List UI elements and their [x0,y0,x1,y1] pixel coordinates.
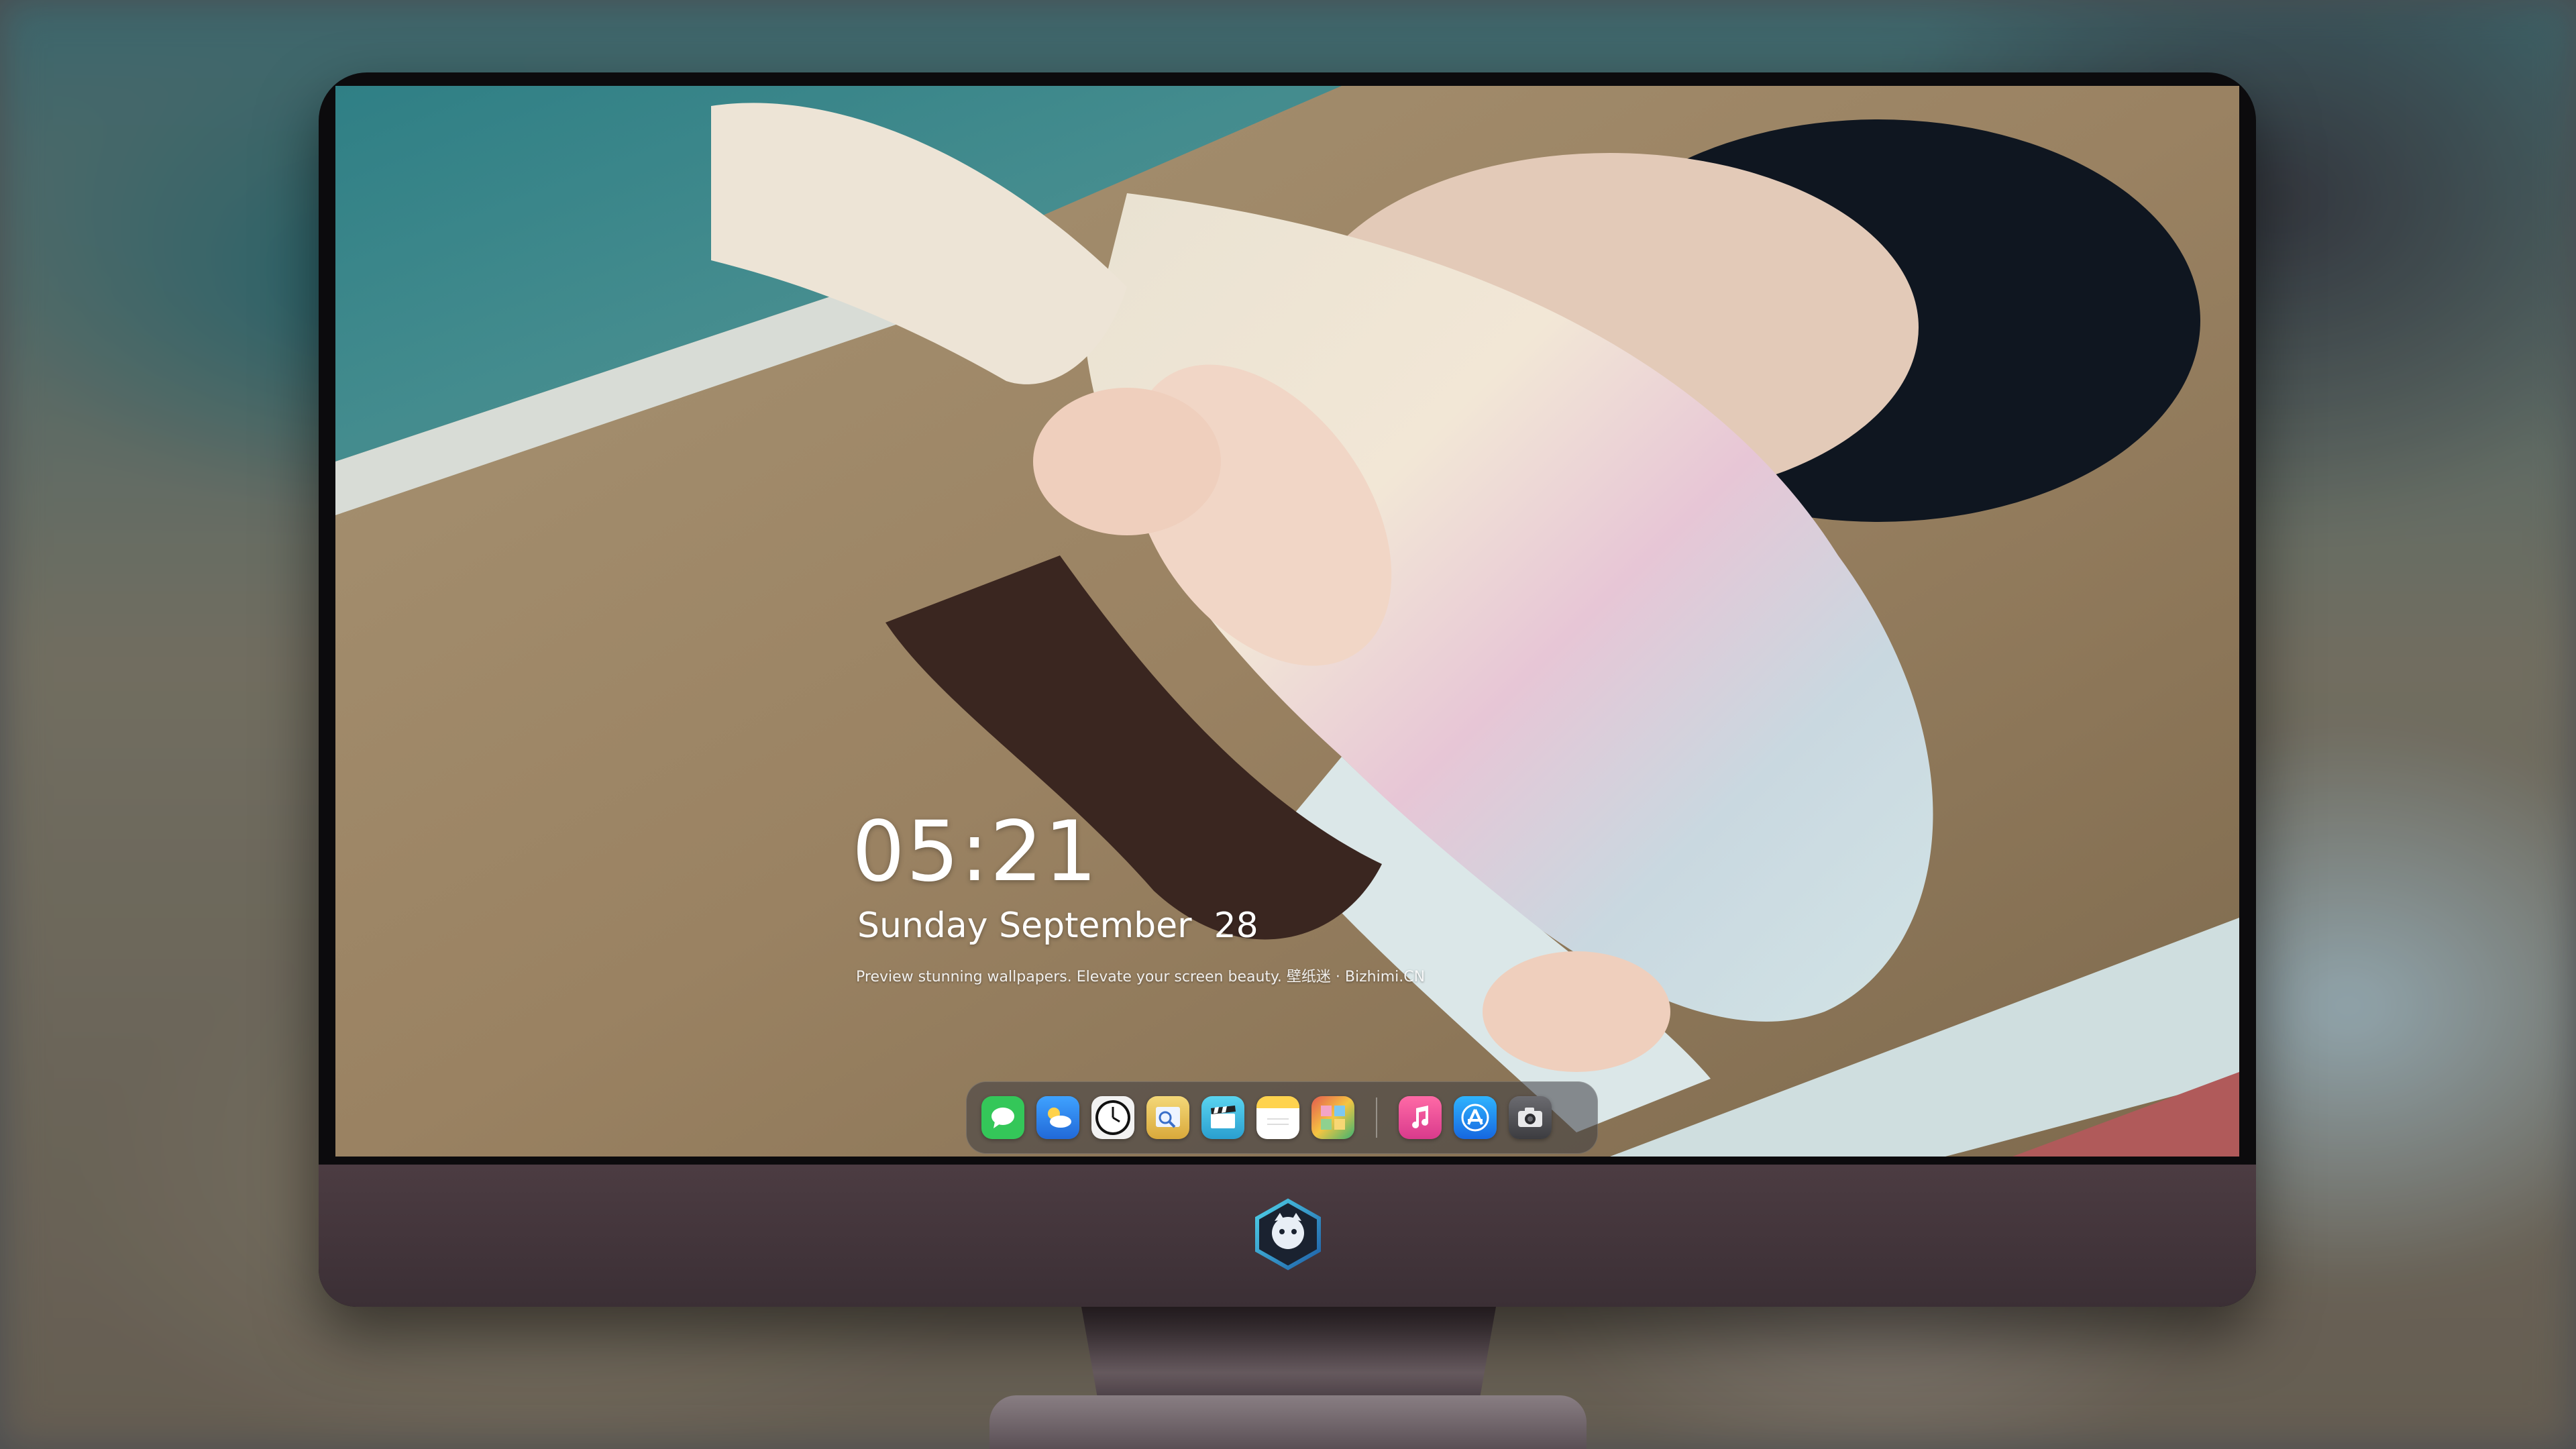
wallpaper-site-logo-icon [1255,1198,1321,1271]
dock [966,1081,1598,1154]
desktop-screen: 05:21 Sunday September 28 Preview stunni… [335,86,2239,1157]
clapperboard-icon[interactable] [1201,1096,1244,1139]
photo-booth-icon[interactable] [1311,1096,1354,1139]
wallpaper-image [335,86,2239,1157]
monitor-stand-base [989,1395,1587,1449]
notes-icon[interactable] [1256,1096,1299,1139]
dock-separator [1376,1097,1377,1138]
camera-icon[interactable] [1509,1096,1552,1139]
messages-icon[interactable] [981,1096,1024,1139]
preview-icon[interactable] [1146,1096,1189,1139]
music-icon[interactable] [1399,1096,1442,1139]
monitor-stand-neck [1081,1307,1496,1401]
weather-icon[interactable] [1036,1096,1079,1139]
clock-icon[interactable] [1091,1096,1134,1139]
wallpaper-tagline: Preview stunning wallpapers. Elevate you… [856,969,1426,985]
lock-screen-date: Sunday September 28 [857,906,1258,946]
lock-screen-time: 05:21 [852,804,1099,900]
app-store-icon[interactable] [1454,1096,1497,1139]
